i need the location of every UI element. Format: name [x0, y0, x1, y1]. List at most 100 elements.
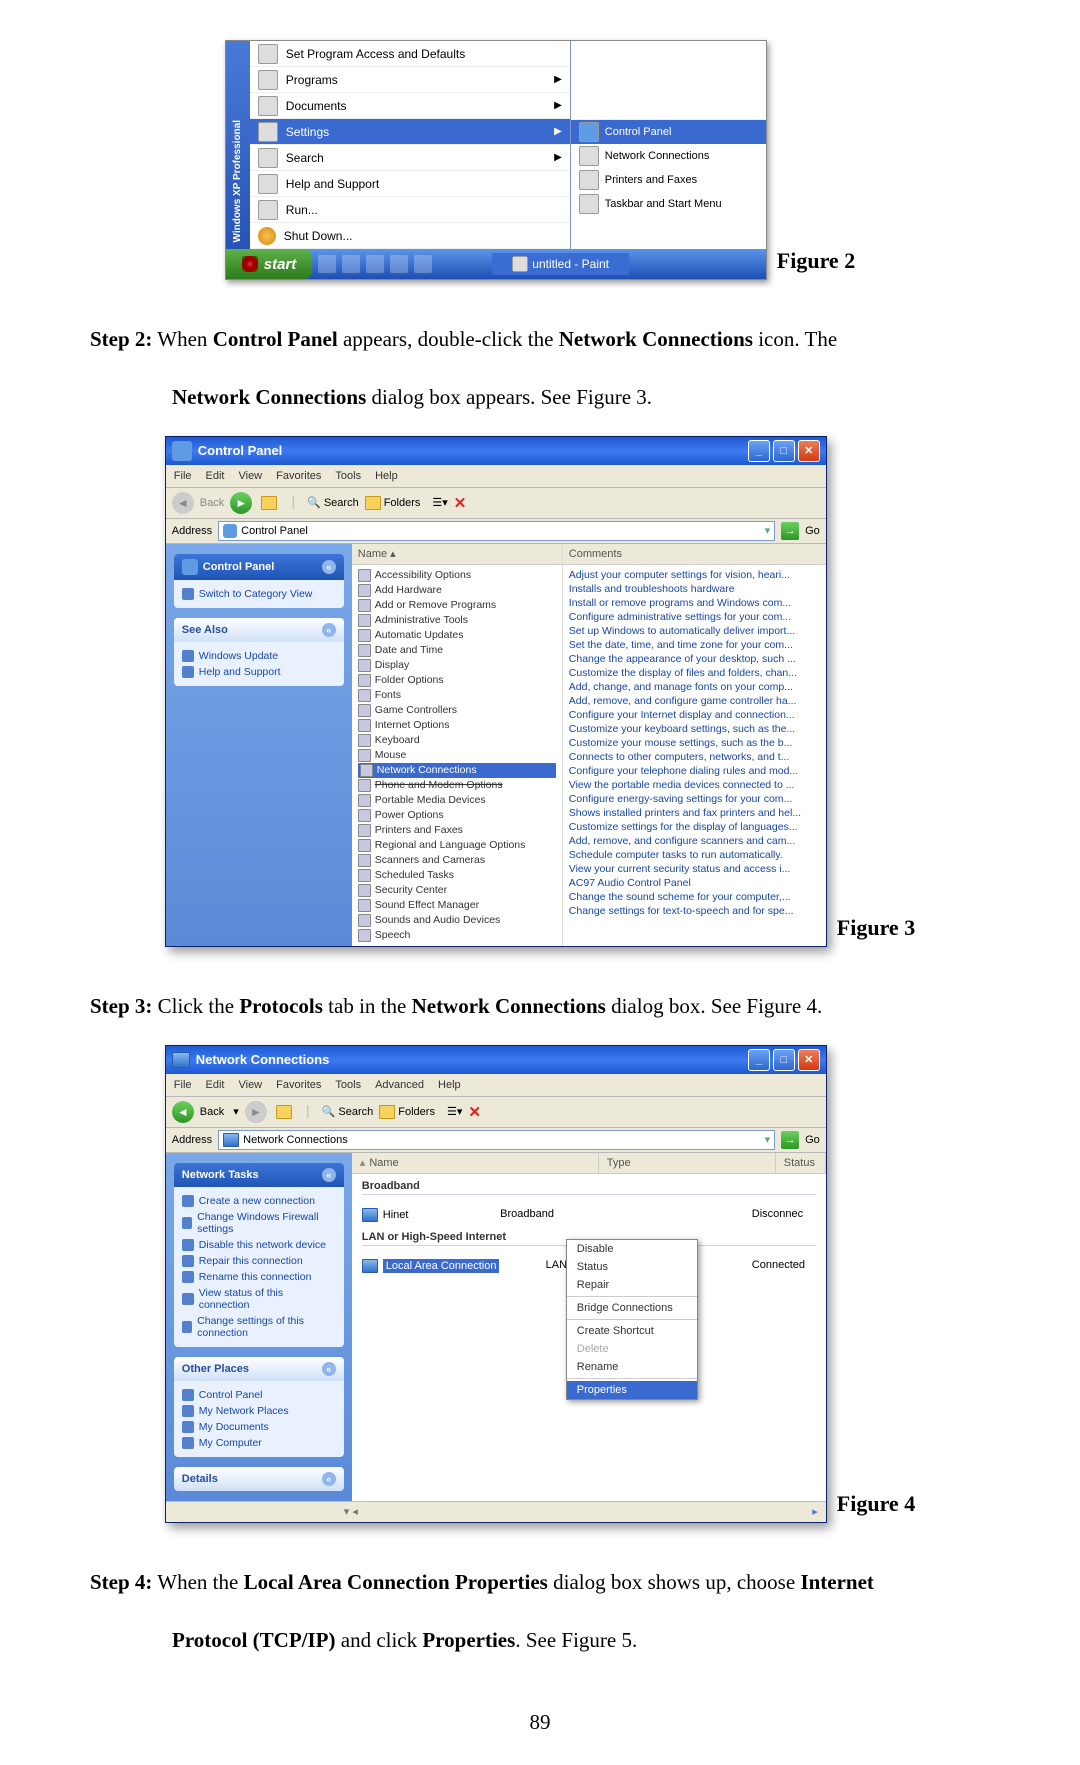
- ctx-disable[interactable]: Disable: [567, 1240, 697, 1258]
- cpl-item[interactable]: Date and Time: [358, 643, 556, 658]
- maximize-button[interactable]: □: [773, 440, 795, 462]
- switch-category-view-link[interactable]: Switch to Category View: [182, 586, 336, 602]
- cpl-item[interactable]: Automatic Updates: [358, 628, 556, 643]
- ctx-repair[interactable]: Repair: [567, 1276, 697, 1294]
- delete-button[interactable]: ✕: [454, 494, 467, 512]
- column-header-comments[interactable]: Comments: [563, 544, 826, 565]
- cpl-item[interactable]: Display: [358, 658, 556, 673]
- menu-favorites[interactable]: Favorites: [276, 1079, 321, 1091]
- menu-search[interactable]: Search▶: [250, 145, 570, 171]
- connection-hinet[interactable]: Hinet Broadband Disconnec: [352, 1205, 826, 1225]
- menu-settings[interactable]: Settings▶: [250, 119, 570, 145]
- views-button[interactable]: ☰▾: [447, 1105, 462, 1118]
- quick-launch-icon[interactable]: [366, 255, 384, 273]
- up-button[interactable]: [258, 492, 280, 514]
- column-header-name[interactable]: ▴Name: [352, 1153, 599, 1173]
- cpl-item[interactable]: Regional and Language Options: [358, 838, 556, 853]
- place-link[interactable]: My Network Places: [182, 1403, 336, 1419]
- menubar[interactable]: FileEditViewFavoritesToolsAdvancedHelp: [166, 1074, 826, 1097]
- menu-view[interactable]: View: [238, 1079, 262, 1091]
- go-button[interactable]: →: [781, 522, 799, 540]
- forward-button[interactable]: ►: [230, 492, 252, 514]
- menu-tools[interactable]: Tools: [335, 470, 361, 482]
- menu-favorites[interactable]: Favorites: [276, 470, 321, 482]
- cpl-item[interactable]: Power Options: [358, 808, 556, 823]
- cpl-item[interactable]: Add or Remove Programs: [358, 598, 556, 613]
- menu-help[interactable]: Help and Support: [250, 171, 570, 197]
- cpl-item[interactable]: Scheduled Tasks: [358, 868, 556, 883]
- place-link[interactable]: Control Panel: [182, 1387, 336, 1403]
- menu-tools[interactable]: Tools: [335, 1079, 361, 1091]
- up-button[interactable]: [273, 1101, 295, 1123]
- cpl-item[interactable]: Network Connections: [358, 763, 556, 778]
- place-link[interactable]: My Documents: [182, 1419, 336, 1435]
- submenu-network-connections[interactable]: Network Connections: [571, 144, 766, 168]
- side-link[interactable]: Windows Update: [182, 648, 336, 664]
- back-button[interactable]: ◄: [172, 1101, 194, 1123]
- menu-run[interactable]: Run...: [250, 197, 570, 223]
- task-link[interactable]: Disable this network device: [182, 1237, 336, 1253]
- cpl-item[interactable]: Scanners and Cameras: [358, 853, 556, 868]
- ctx-properties[interactable]: Properties: [567, 1381, 697, 1399]
- column-header-type[interactable]: Type: [599, 1153, 776, 1173]
- cpl-item[interactable]: Administrative Tools: [358, 613, 556, 628]
- cpl-item[interactable]: Internet Options: [358, 718, 556, 733]
- cpl-item[interactable]: Portable Media Devices: [358, 793, 556, 808]
- task-link[interactable]: Change settings of this connection: [182, 1313, 336, 1341]
- cpl-item[interactable]: Game Controllers: [358, 703, 556, 718]
- cpl-item[interactable]: Security Center: [358, 883, 556, 898]
- cpl-item[interactable]: Fonts: [358, 688, 556, 703]
- collapse-icon[interactable]: «: [322, 1168, 336, 1182]
- ctx-status[interactable]: Status: [567, 1258, 697, 1276]
- quick-launch-icon[interactable]: [414, 255, 432, 273]
- ctx-delete[interactable]: Delete: [567, 1340, 697, 1358]
- close-button[interactable]: ✕: [798, 1049, 820, 1071]
- cpl-item[interactable]: Mouse: [358, 748, 556, 763]
- submenu-control-panel[interactable]: Control Panel: [571, 120, 766, 144]
- start-button[interactable]: start: [226, 249, 313, 279]
- cpl-item[interactable]: Sounds and Audio Devices: [358, 913, 556, 928]
- close-button[interactable]: ✕: [798, 440, 820, 462]
- menu-view[interactable]: View: [238, 470, 262, 482]
- minimize-button[interactable]: _: [748, 440, 770, 462]
- cpl-item[interactable]: Speech: [358, 928, 556, 943]
- folders-button[interactable]: Folders: [379, 1105, 435, 1119]
- collapse-icon[interactable]: «: [322, 623, 336, 637]
- menu-set-program-access[interactable]: Set Program Access and Defaults: [250, 41, 570, 67]
- menu-programs[interactable]: Programs▶: [250, 67, 570, 93]
- menu-shutdown[interactable]: Shut Down...: [250, 223, 570, 249]
- go-button[interactable]: →: [781, 1131, 799, 1149]
- taskbar-app-paint[interactable]: untitled - Paint: [492, 253, 629, 275]
- menu-help[interactable]: Help: [375, 470, 398, 482]
- collapse-icon[interactable]: «: [322, 1362, 336, 1376]
- menu-edit[interactable]: Edit: [206, 470, 225, 482]
- search-button[interactable]: 🔍Search: [322, 1105, 374, 1118]
- views-button[interactable]: ☰▾: [432, 496, 447, 509]
- menu-advanced[interactable]: Advanced: [375, 1079, 424, 1091]
- place-link[interactable]: My Computer: [182, 1435, 336, 1451]
- address-field[interactable]: Network Connections▾: [218, 1130, 775, 1150]
- cpl-item[interactable]: Sound Effect Manager: [358, 898, 556, 913]
- column-header-name[interactable]: Name ▴: [352, 544, 562, 565]
- quick-launch-icon[interactable]: [318, 255, 336, 273]
- submenu-printers[interactable]: Printers and Faxes: [571, 168, 766, 192]
- minimize-button[interactable]: _: [748, 1049, 770, 1071]
- collapse-icon[interactable]: «: [322, 560, 336, 574]
- cpl-item[interactable]: Printers and Faxes: [358, 823, 556, 838]
- ctx-create shortcut[interactable]: Create Shortcut: [567, 1322, 697, 1340]
- maximize-button[interactable]: □: [773, 1049, 795, 1071]
- ctx-bridge connections[interactable]: Bridge Connections: [567, 1299, 697, 1317]
- task-link[interactable]: Create a new connection: [182, 1193, 336, 1209]
- cpl-item[interactable]: Phone and Modem Options: [358, 778, 556, 793]
- menubar[interactable]: File Edit View Favorites Tools Help: [166, 465, 826, 488]
- menu-edit[interactable]: Edit: [206, 1079, 225, 1091]
- ctx-rename[interactable]: Rename: [567, 1358, 697, 1376]
- collapse-icon[interactable]: «: [322, 1472, 336, 1486]
- back-button[interactable]: ◄: [172, 492, 194, 514]
- menu-documents[interactable]: Documents▶: [250, 93, 570, 119]
- cpl-item[interactable]: Keyboard: [358, 733, 556, 748]
- search-button[interactable]: 🔍Search: [307, 496, 359, 509]
- forward-button[interactable]: ►: [245, 1101, 267, 1123]
- menu-file[interactable]: File: [174, 1079, 192, 1091]
- menu-file[interactable]: File: [174, 470, 192, 482]
